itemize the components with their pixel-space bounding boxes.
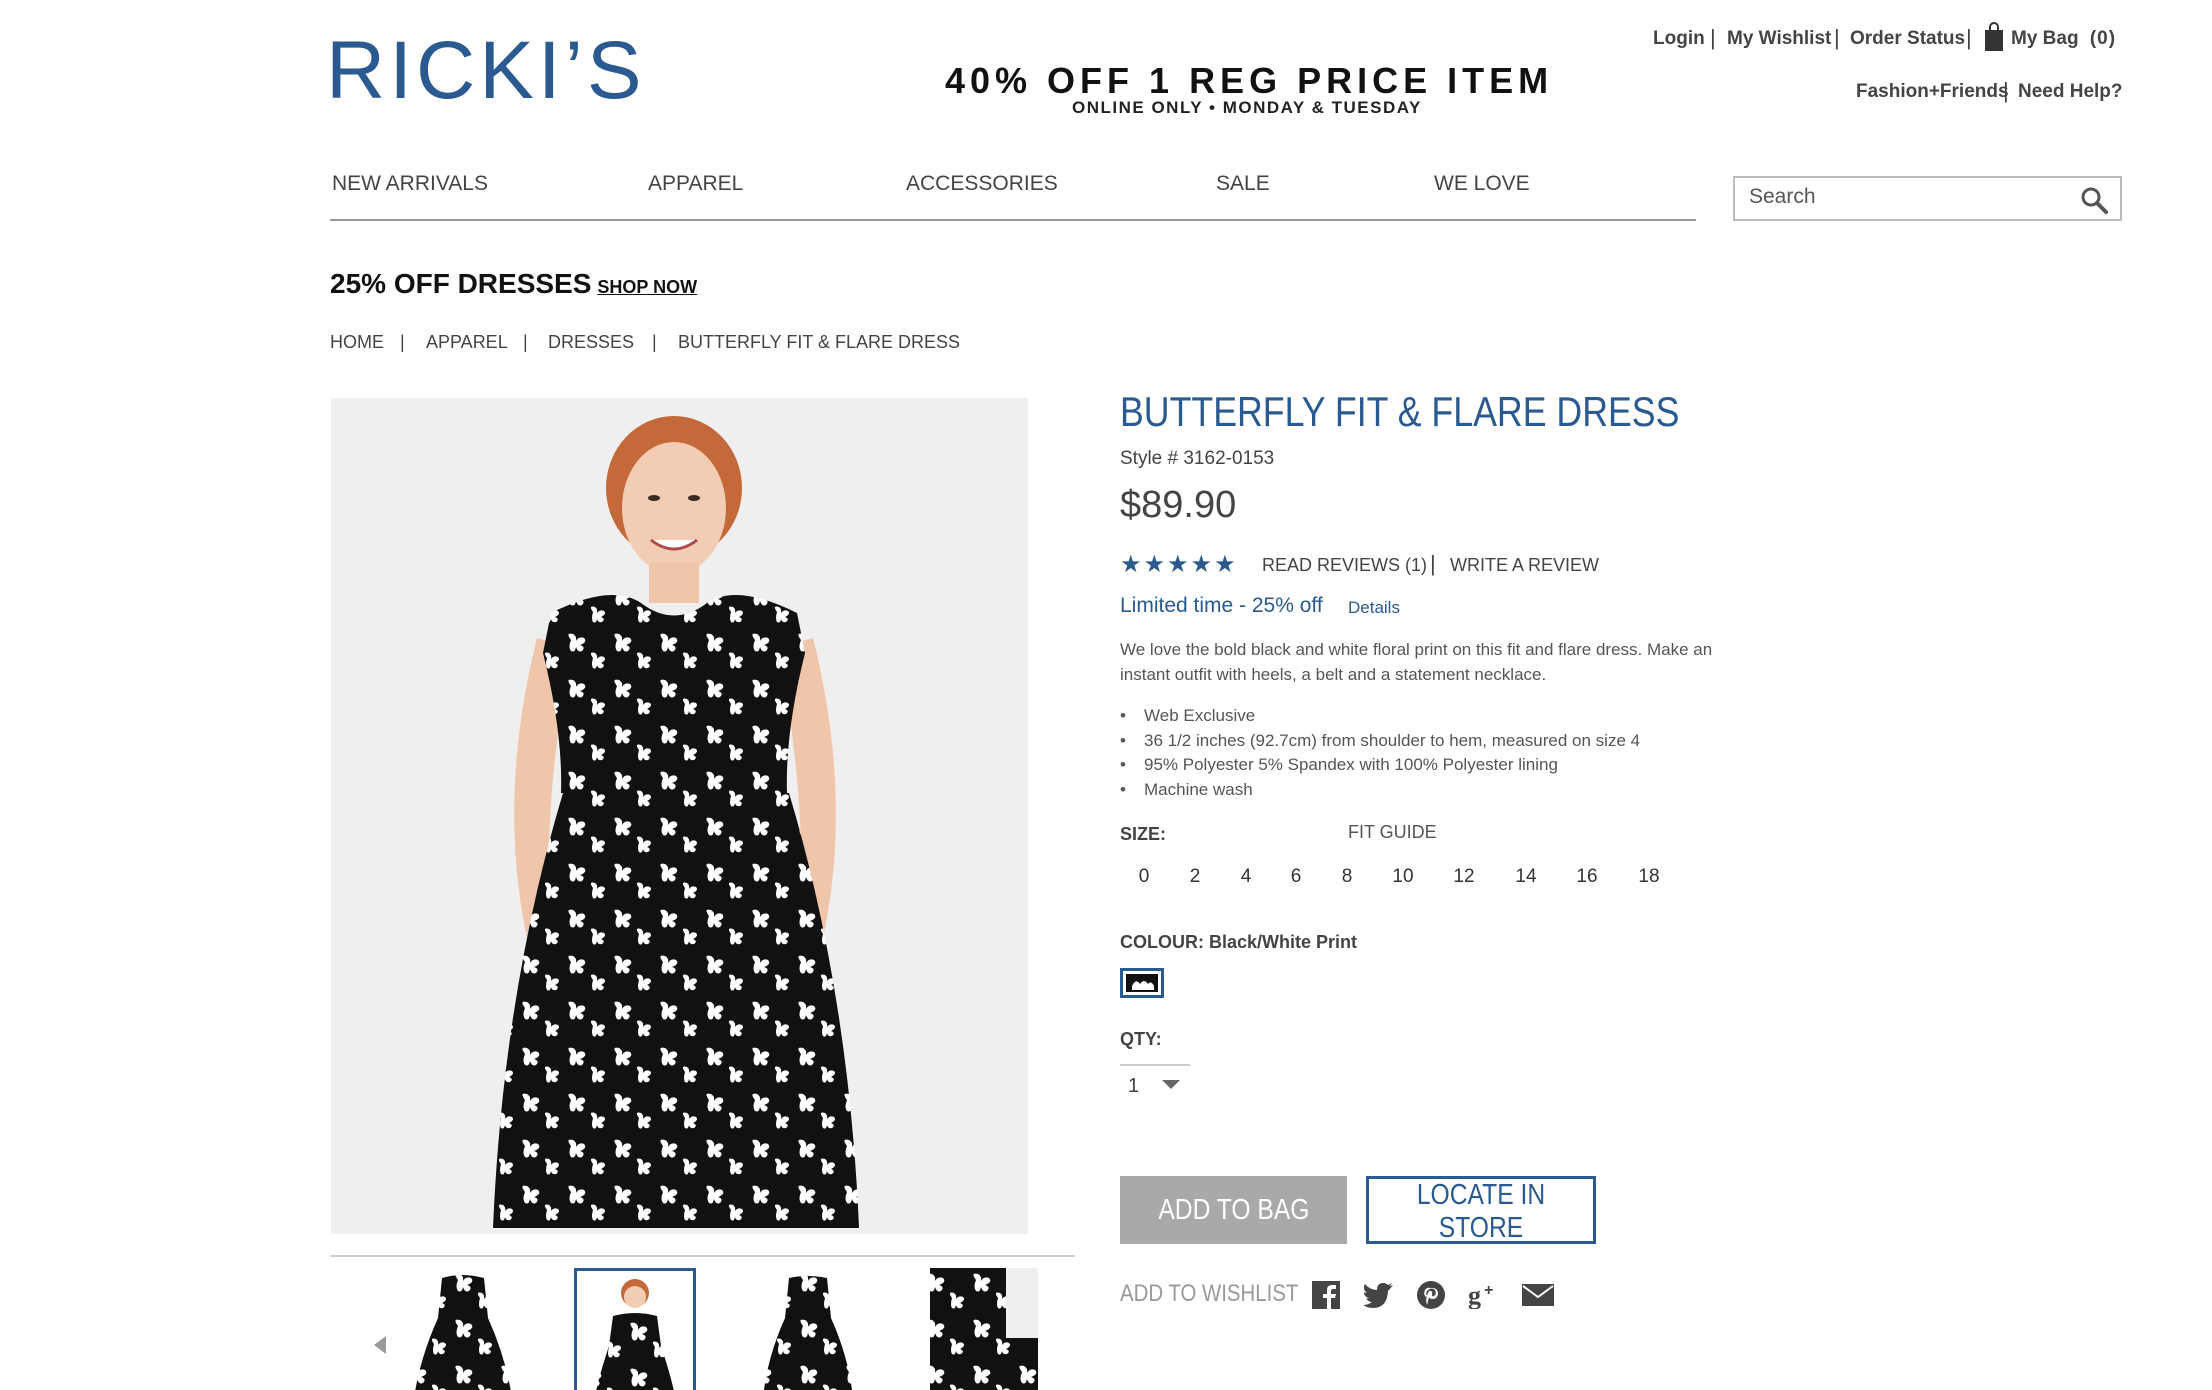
shop-now-link[interactable]: SHOP NOW bbox=[597, 277, 697, 297]
add-to-bag-button[interactable]: ADD TO BAG bbox=[1120, 1176, 1347, 1244]
email-icon[interactable] bbox=[1520, 1278, 1556, 1312]
size-option-6[interactable]: 6 bbox=[1276, 866, 1316, 888]
order-status-link[interactable]: Order Status bbox=[1850, 28, 1965, 50]
size-option-14[interactable]: 14 bbox=[1506, 866, 1546, 888]
nav-accessories[interactable]: ACCESSORIES bbox=[906, 172, 1058, 196]
svg-text:+: + bbox=[1484, 1282, 1493, 1299]
breadcrumb-separator: | bbox=[400, 332, 405, 352]
breadcrumb-separator: | bbox=[652, 332, 657, 352]
feature-item: 36 1/2 inches (92.7cm) from shoulder to … bbox=[1120, 729, 1740, 754]
breadcrumb-apparel[interactable]: APPAREL bbox=[426, 332, 508, 353]
separator: | bbox=[1430, 551, 1436, 576]
details-link[interactable]: Details bbox=[1348, 598, 1400, 618]
facebook-icon[interactable] bbox=[1308, 1278, 1344, 1312]
colour-swatch-black-white[interactable] bbox=[1120, 968, 1164, 998]
feature-item: 95% Polyester 5% Spandex with 100% Polye… bbox=[1120, 753, 1740, 778]
fit-guide-link[interactable]: FIT GUIDE bbox=[1348, 822, 1437, 843]
feature-item: Web Exclusive bbox=[1120, 704, 1740, 729]
promo-banner-title[interactable]: 40% OFF 1 REG PRICE ITEM bbox=[945, 60, 1548, 102]
ricki-logo[interactable]: RICKI’S bbox=[326, 30, 646, 112]
my-wishlist-link[interactable]: My Wishlist bbox=[1727, 28, 1831, 50]
size-option-10[interactable]: 10 bbox=[1383, 866, 1423, 888]
twitter-icon[interactable] bbox=[1361, 1278, 1397, 1312]
breadcrumb-dresses[interactable]: DRESSES bbox=[548, 332, 634, 353]
add-to-bag-label: ADD TO BAG bbox=[1157, 1193, 1310, 1226]
thumbnail-2[interactable] bbox=[574, 1268, 696, 1390]
nav-new-arrivals[interactable]: NEW ARRIVALS bbox=[332, 172, 488, 196]
svg-text:g: g bbox=[1468, 1281, 1481, 1309]
thumbnail-4[interactable] bbox=[920, 1268, 1038, 1390]
locate-in-store-label: LOCATE IN STORE bbox=[1416, 1179, 1546, 1244]
search-icon[interactable] bbox=[2080, 186, 2108, 219]
breadcrumb-separator: | bbox=[523, 332, 528, 352]
product-main-image[interactable] bbox=[331, 398, 1028, 1234]
separator: | bbox=[1966, 25, 1972, 50]
fashion-friends-link[interactable]: Fashion+Friends bbox=[1856, 81, 2009, 103]
product-style-number: Style # 3162-0153 bbox=[1120, 448, 1275, 469]
nav-we-love[interactable]: WE LOVE bbox=[1434, 172, 1530, 196]
search-input[interactable] bbox=[1749, 185, 2069, 209]
login-link[interactable]: Login bbox=[1653, 28, 1705, 50]
limited-time-offer: Limited time - 25% off bbox=[1120, 594, 1323, 617]
size-option-12[interactable]: 12 bbox=[1444, 866, 1484, 888]
nav-apparel[interactable]: APPAREL bbox=[648, 172, 743, 196]
search-box[interactable] bbox=[1733, 176, 2122, 221]
product-description: We love the bold black and white floral … bbox=[1120, 640, 1713, 684]
size-option-18[interactable]: 18 bbox=[1629, 866, 1669, 888]
size-option-0[interactable]: 0 bbox=[1124, 866, 1164, 888]
size-option-2[interactable]: 2 bbox=[1175, 866, 1215, 888]
separator: | bbox=[1710, 25, 1716, 50]
colour-label: COLOUR: Black/White Print bbox=[1120, 932, 1358, 952]
locate-in-store-button[interactable]: LOCATE IN STORE bbox=[1366, 1176, 1596, 1244]
need-help-link[interactable]: Need Help? bbox=[2018, 81, 2123, 103]
breadcrumb-home[interactable]: HOME bbox=[330, 332, 384, 353]
bag-icon[interactable] bbox=[1984, 22, 2004, 57]
my-bag-link[interactable]: My Bag (0) bbox=[2011, 28, 2116, 50]
size-label: SIZE: bbox=[1120, 824, 1167, 844]
product-features: Web Exclusive 36 1/2 inches (92.7cm) fro… bbox=[1120, 704, 1740, 802]
product-price: $89.90 bbox=[1120, 484, 1237, 526]
size-option-4[interactable]: 4 bbox=[1226, 866, 1266, 888]
product-title: BUTTERFLY FIT & FLARE DRESS bbox=[1120, 388, 1680, 435]
pinterest-icon[interactable] bbox=[1413, 1278, 1449, 1312]
rating-stars[interactable]: ★★★★★ bbox=[1120, 550, 1238, 579]
thumbnail-divider bbox=[330, 1255, 1075, 1257]
size-option-16[interactable]: 16 bbox=[1567, 866, 1607, 888]
size-option-8[interactable]: 8 bbox=[1327, 866, 1367, 888]
separator: | bbox=[2003, 78, 2009, 103]
thumbnail-prev-arrow[interactable] bbox=[372, 1334, 388, 1361]
separator: | bbox=[1834, 25, 1840, 50]
dresses-promo-text: 25% OFF DRESSES bbox=[330, 268, 592, 299]
chevron-down-icon[interactable] bbox=[1162, 1080, 1180, 1089]
add-to-wishlist-link[interactable]: ADD TO WISHLIST bbox=[1120, 1280, 1298, 1308]
google-plus-icon[interactable]: g + bbox=[1466, 1278, 1502, 1312]
thumbnail-3[interactable] bbox=[747, 1268, 869, 1390]
breadcrumb-current: BUTTERFLY FIT & FLARE DRESS bbox=[678, 332, 961, 352]
nav-sale[interactable]: SALE bbox=[1216, 172, 1270, 196]
qty-label: QTY: bbox=[1120, 1029, 1162, 1049]
promo-banner-subtitle: ONLINE ONLY • MONDAY & TUESDAY bbox=[1072, 98, 1422, 117]
feature-item: Machine wash bbox=[1120, 778, 1740, 803]
dresses-promo: 25% OFF DRESSES SHOP NOW bbox=[330, 268, 697, 300]
write-review-link[interactable]: WRITE A REVIEW bbox=[1450, 555, 1599, 576]
thumbnail-1[interactable] bbox=[402, 1268, 524, 1390]
qty-select[interactable]: 1 bbox=[1128, 1075, 1139, 1098]
read-reviews-link[interactable]: READ REVIEWS (1) bbox=[1262, 555, 1427, 576]
qty-divider bbox=[1120, 1064, 1190, 1066]
nav-divider bbox=[330, 219, 1696, 221]
